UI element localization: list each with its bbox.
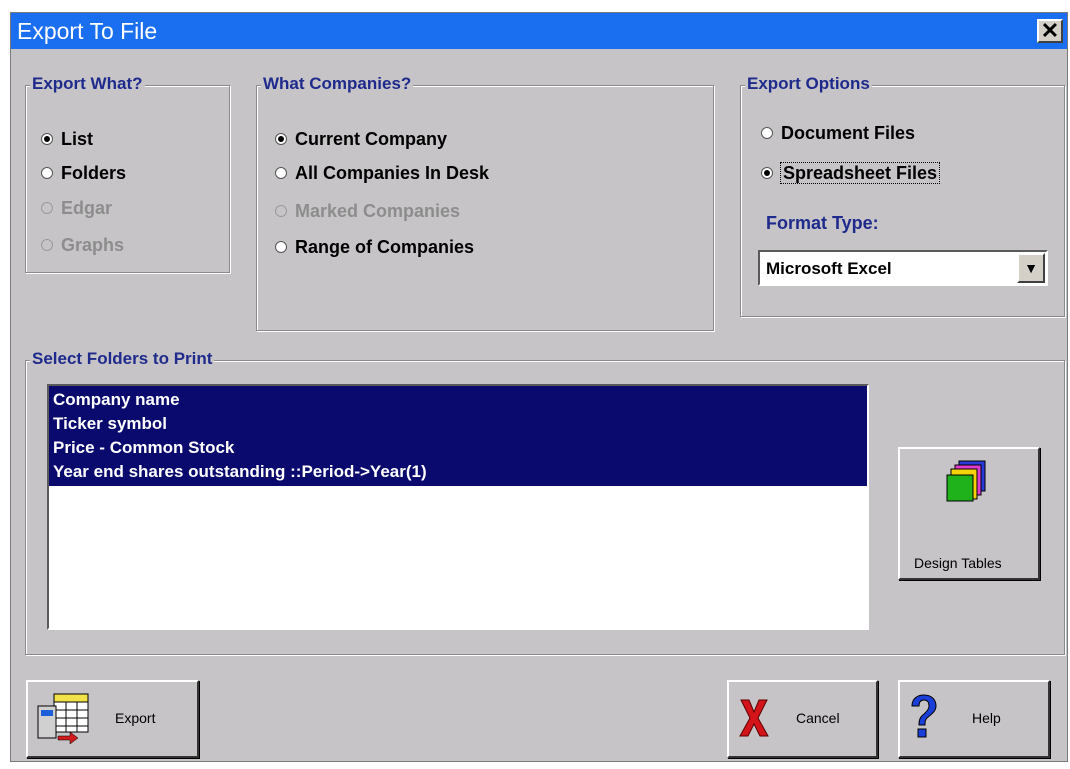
radio-indicator-graphs	[41, 239, 53, 252]
cancel-label: Cancel	[796, 710, 840, 726]
radio-label-marked-companies: Marked Companies	[295, 201, 461, 221]
close-button[interactable]: ✕	[1037, 19, 1063, 43]
radio-label-folders: Folders	[61, 163, 127, 183]
help-button[interactable]: Help	[898, 680, 1050, 758]
design-tables-button[interactable]: Design Tables	[898, 447, 1040, 580]
radio-folders[interactable]: Folders	[41, 162, 126, 184]
folders-listbox[interactable]: Company name Ticker symbol Price - Commo…	[47, 384, 869, 630]
question-mark-icon	[911, 694, 937, 738]
radio-indicator-marked-companies	[275, 205, 287, 218]
radio-label-range-of-companies: Range of Companies	[295, 237, 475, 257]
radio-indicator-document-files	[761, 127, 773, 140]
folders-legend: Select Folders to Print	[30, 349, 215, 369]
export-button[interactable]: Export	[26, 680, 199, 758]
folders-stack-icon	[946, 460, 986, 502]
radio-label-document-files: Document Files	[781, 123, 916, 143]
radio-label-spreadsheet-files: Spreadsheet Files	[779, 162, 941, 184]
radio-indicator-all-companies	[275, 167, 287, 180]
radio-all-companies[interactable]: All Companies In Desk	[275, 162, 489, 184]
chevron-down-icon: ▼	[1024, 260, 1038, 276]
radio-graphs: Graphs	[41, 234, 124, 256]
export-what-legend: Export What?	[30, 74, 145, 94]
radio-indicator-spreadsheet-files	[761, 167, 773, 180]
radio-label-edgar: Edgar	[61, 198, 113, 218]
export-options-legend: Export Options	[745, 74, 872, 94]
title-bar: Export To File ✕	[11, 13, 1067, 49]
spreadsheet-export-icon	[37, 693, 89, 744]
radio-label-current-company: Current Company	[295, 129, 448, 149]
what-companies-legend: What Companies?	[261, 74, 414, 94]
radio-label-list: List	[61, 129, 94, 149]
radio-indicator-current-company	[275, 133, 287, 146]
radio-spreadsheet-files[interactable]: Spreadsheet Files	[761, 162, 941, 184]
help-label: Help	[972, 710, 1001, 726]
list-item[interactable]: Year end shares outstanding ::Period->Ye…	[53, 460, 863, 484]
radio-marked-companies: Marked Companies	[275, 200, 460, 222]
format-type-dropdown-button[interactable]: ▼	[1017, 253, 1045, 283]
radio-indicator-folders	[41, 167, 53, 180]
format-type-value: Microsoft Excel	[766, 259, 892, 278]
radio-indicator-edgar	[41, 202, 53, 215]
radio-current-company[interactable]: Current Company	[275, 128, 447, 150]
radio-indicator-range-of-companies	[275, 241, 287, 254]
design-tables-label: Design Tables	[914, 555, 1002, 571]
radio-label-all-companies: All Companies In Desk	[295, 163, 490, 183]
cancel-button[interactable]: Cancel	[727, 680, 878, 758]
window-title: Export To File	[17, 18, 158, 44]
radio-range-of-companies[interactable]: Range of Companies	[275, 236, 474, 258]
format-type-label: Format Type:	[766, 213, 879, 233]
radio-label-graphs: Graphs	[61, 235, 125, 255]
list-item[interactable]: Company name	[53, 388, 863, 412]
radio-document-files[interactable]: Document Files	[761, 122, 915, 144]
radio-list[interactable]: List	[41, 128, 93, 150]
folders-selected-rows: Company name Ticker symbol Price - Commo…	[49, 386, 867, 486]
list-item[interactable]: Price - Common Stock	[53, 436, 863, 460]
radio-indicator-list	[41, 133, 53, 146]
list-item[interactable]: Ticker symbol	[53, 412, 863, 436]
close-icon: ✕	[1040, 18, 1060, 43]
radio-edgar: Edgar	[41, 197, 112, 219]
red-x-icon	[739, 699, 769, 737]
export-label: Export	[115, 710, 156, 726]
export-dialog: Export To File ✕ Export What? List Folde…	[10, 12, 1068, 762]
format-type-select[interactable]: Microsoft Excel ▼	[758, 250, 1048, 286]
